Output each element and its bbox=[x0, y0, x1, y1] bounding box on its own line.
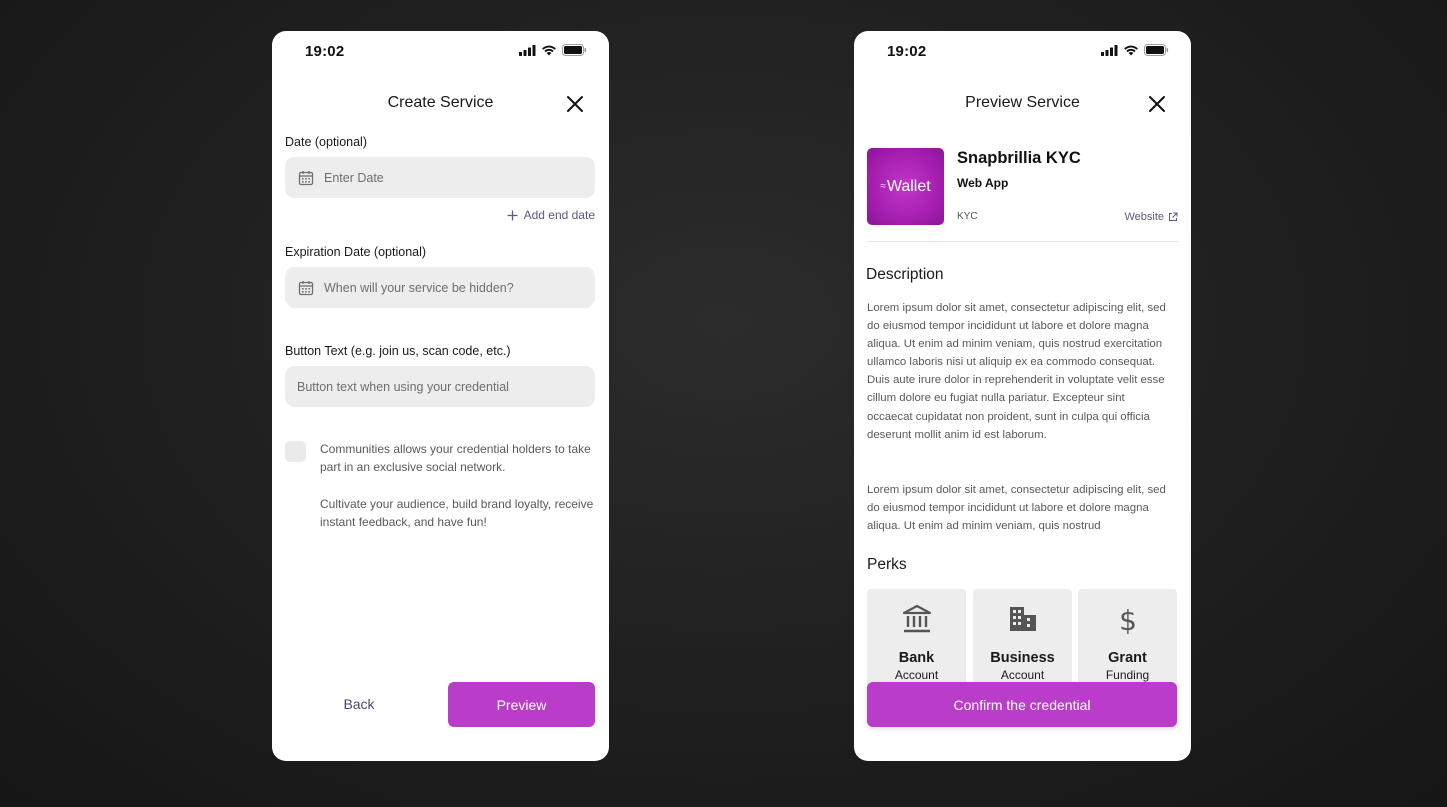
confirm-credential-button[interactable]: Confirm the credential bbox=[867, 682, 1177, 727]
description-paragraph-2: Lorem ipsum dolor sit amet, consectetur … bbox=[867, 484, 1166, 533]
signal-icon bbox=[1101, 44, 1118, 56]
description-title: Description bbox=[866, 266, 944, 283]
perks-title: Perks bbox=[867, 556, 907, 573]
add-end-date-link[interactable]: Add end date bbox=[507, 208, 595, 222]
bank-icon bbox=[902, 604, 931, 633]
expiration-label: Expiration Date (optional) bbox=[285, 245, 427, 259]
service-type: Web App bbox=[957, 176, 1009, 190]
divider bbox=[867, 241, 1178, 242]
dollar-icon: $ bbox=[1119, 604, 1137, 635]
status-icons bbox=[1101, 44, 1169, 56]
logo-text: Wallet bbox=[886, 177, 931, 195]
plus-icon bbox=[507, 210, 518, 220]
date-placeholder: Enter Date bbox=[324, 170, 384, 185]
close-icon[interactable] bbox=[565, 94, 585, 114]
communities-checkbox[interactable] bbox=[285, 441, 306, 462]
svg-text:$: $ bbox=[1119, 604, 1137, 635]
wifi-icon bbox=[542, 45, 556, 55]
date-label: Date (optional) bbox=[285, 135, 367, 149]
page-title: Create Service bbox=[387, 94, 494, 111]
calendar-icon bbox=[298, 280, 314, 295]
expiration-date-input[interactable]: When will your service be hidden? bbox=[285, 267, 595, 308]
website-label: Website bbox=[1124, 211, 1164, 223]
wifi-icon bbox=[1124, 45, 1138, 55]
communities-description: Communities allows your credential holde… bbox=[320, 442, 591, 474]
perk-subtitle: Account bbox=[894, 668, 939, 682]
date-input[interactable]: Enter Date bbox=[285, 157, 595, 198]
perk-subtitle: Funding bbox=[1105, 668, 1150, 682]
perk-title: Grant bbox=[1108, 650, 1147, 666]
service-logo: ≈ Wallet bbox=[867, 148, 944, 225]
status-time: 19:02 bbox=[887, 43, 927, 60]
signal-icon bbox=[519, 44, 536, 56]
logo-mark-icon: ≈ bbox=[880, 181, 886, 192]
preview-button[interactable]: Preview bbox=[448, 682, 595, 727]
description-paragraph-1: Lorem ipsum dolor sit amet, consectetur … bbox=[867, 302, 1166, 441]
external-link-icon bbox=[1169, 212, 1178, 221]
preview-service-screen: 19:02 Preview Service ≈ Wallet Snapbrill… bbox=[854, 31, 1191, 761]
button-text-label: Button Text (e.g. join us, scan code, et… bbox=[285, 344, 511, 358]
perk-title: Bank bbox=[898, 650, 935, 666]
status-time: 19:02 bbox=[305, 43, 345, 60]
battery-icon bbox=[1144, 44, 1169, 56]
service-category: KYC bbox=[957, 211, 978, 222]
service-name: Snapbrillia KYC bbox=[957, 149, 1081, 167]
add-end-date-label: Add end date bbox=[523, 208, 595, 222]
battery-icon bbox=[562, 44, 587, 56]
expiration-placeholder: When will your service be hidden? bbox=[324, 280, 514, 295]
perk-subtitle: Account bbox=[1000, 668, 1045, 682]
close-icon[interactable] bbox=[1147, 94, 1167, 114]
building-icon bbox=[1009, 607, 1036, 631]
page-title: Preview Service bbox=[965, 94, 1080, 111]
perk-title: Business bbox=[990, 650, 1055, 666]
button-text-placeholder: Button text when using your credential bbox=[297, 379, 509, 394]
button-text-input[interactable]: Button text when using your credential bbox=[285, 366, 595, 407]
back-button[interactable]: Back bbox=[297, 682, 421, 726]
status-icons bbox=[519, 44, 587, 56]
create-service-screen: 19:02 Create Service Date (optional) Ent… bbox=[272, 31, 609, 761]
website-link[interactable]: Website bbox=[1124, 211, 1178, 223]
communities-benefits: Cultivate your audience, build brand loy… bbox=[320, 497, 594, 529]
calendar-icon bbox=[298, 170, 314, 185]
